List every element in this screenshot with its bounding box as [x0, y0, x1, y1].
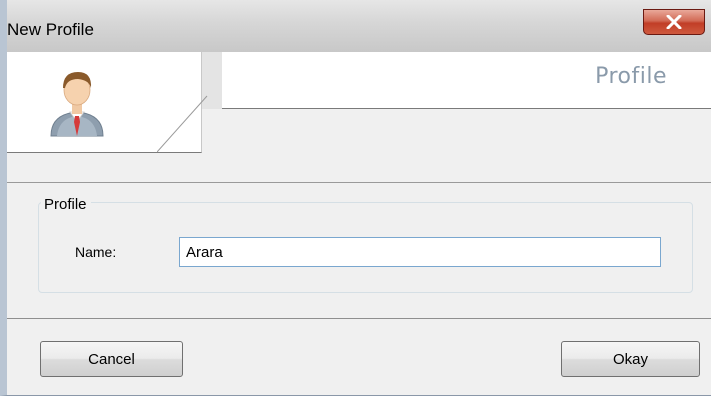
- window-title: New Profile: [7, 20, 94, 39]
- cancel-button[interactable]: Cancel: [40, 341, 183, 377]
- close-icon: [666, 15, 682, 29]
- user-avatar-icon: [50, 72, 104, 137]
- tab-edge: [157, 95, 208, 153]
- close-button[interactable]: [643, 9, 705, 35]
- footer-separator: [7, 318, 711, 319]
- profile-group-legend: Profile: [41, 196, 91, 213]
- header-area: Profile: [7, 52, 711, 183]
- name-input[interactable]: [179, 237, 661, 267]
- title-bar: New Profile: [7, 0, 711, 52]
- new-profile-dialog: New Profile Profile Profile Name: Arara …: [0, 0, 711, 396]
- name-label: Name:: [75, 244, 117, 260]
- okay-button[interactable]: Okay: [561, 341, 700, 377]
- header-caption: Profile: [595, 64, 667, 89]
